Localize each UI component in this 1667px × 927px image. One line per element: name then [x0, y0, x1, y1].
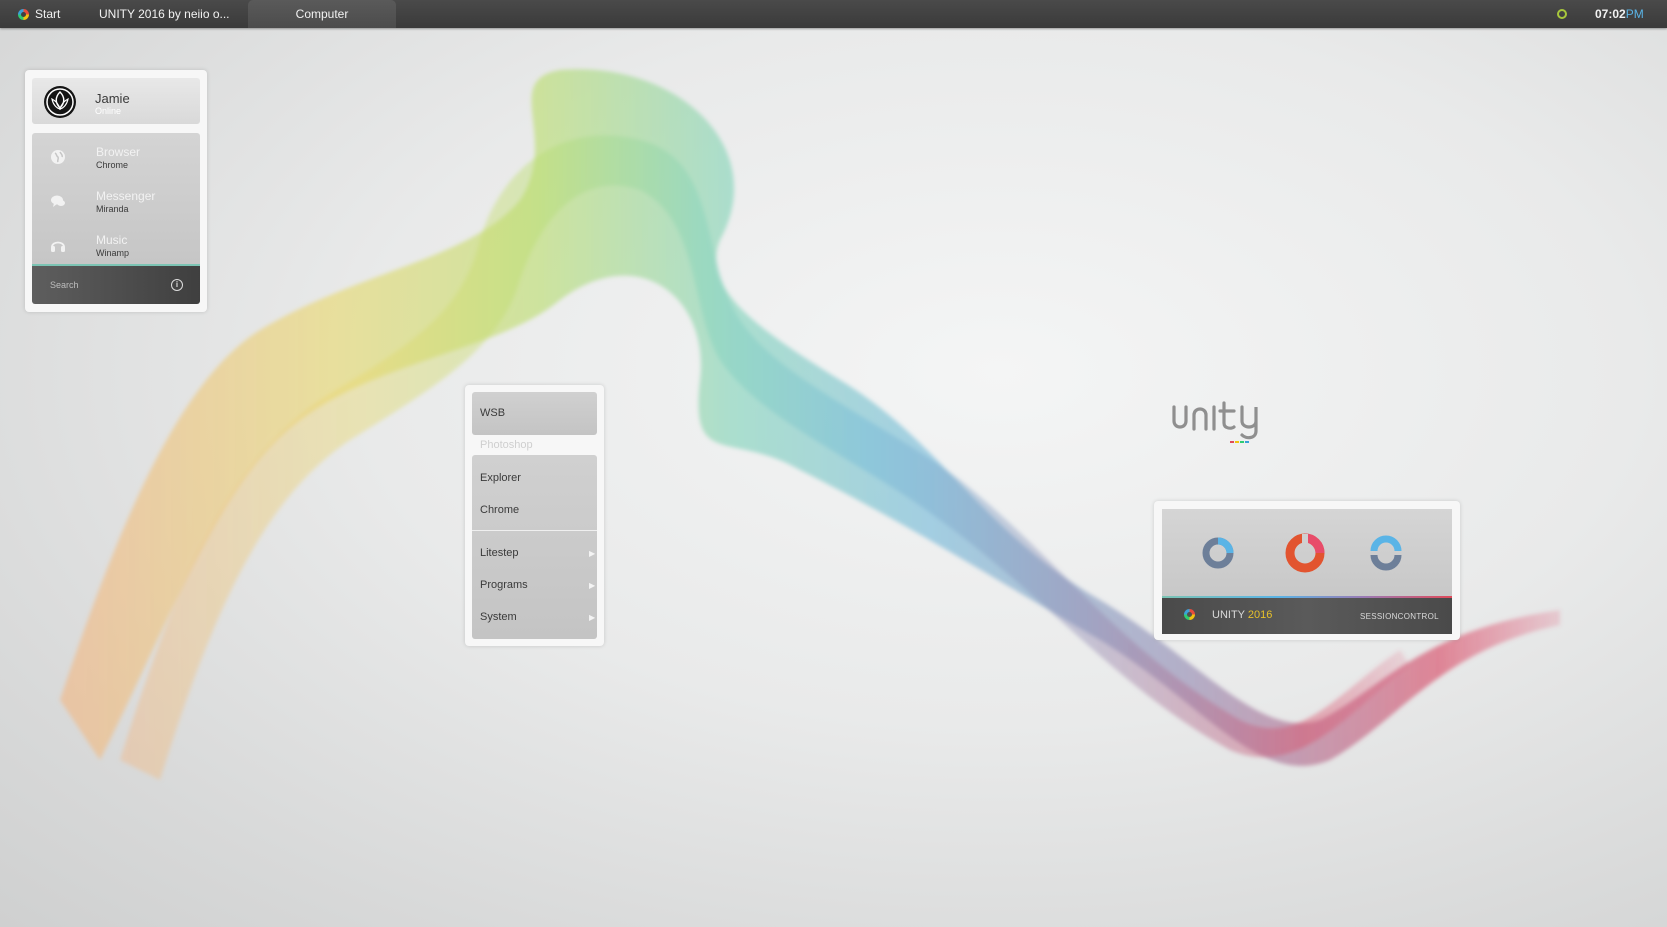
session-control-widget: UNITY 2016 SESSIONCONTROL	[1154, 501, 1460, 640]
start-label: Start	[35, 7, 61, 21]
brand-name: UNITY	[1212, 609, 1245, 621]
menu-item-photoshop[interactable]: Photoshop	[480, 439, 533, 451]
context-menu: WSB Photoshop Explorer Chrome Litestep ▶…	[465, 385, 604, 646]
brand-year: 2016	[1247, 609, 1273, 621]
session-buttons	[1162, 509, 1452, 596]
menu-divider	[472, 530, 597, 531]
tray-status-icon[interactable]	[1557, 9, 1567, 19]
user-widget: Jamie Online Browser Chrome Messenger Mi…	[25, 70, 207, 312]
menu-item-explorer[interactable]: Explorer	[480, 472, 521, 484]
wallpaper	[60, 69, 1560, 781]
session-brand: UNITY 2016	[1212, 609, 1272, 621]
app-label: Browser	[96, 145, 141, 159]
lotus-icon	[46, 88, 74, 116]
shutdown-icon[interactable]	[1284, 532, 1326, 574]
info-icon[interactable]: i	[171, 279, 183, 291]
clock-ampm: PM	[1625, 7, 1644, 21]
app-item-music[interactable]: Music Winamp	[32, 225, 200, 265]
app-label: Messenger	[96, 189, 156, 203]
taskbar: Start UNITY 2016 by neiio o... Computer …	[0, 0, 1667, 28]
menu-item-system[interactable]: System	[480, 611, 517, 623]
unity-logo-icon	[1184, 609, 1195, 620]
submenu-arrow-icon: ▶	[589, 581, 596, 590]
user-name: Jamie	[95, 91, 130, 106]
unity-wordmark-logo	[1172, 401, 1258, 443]
headphones-icon	[51, 241, 65, 252]
app-label: Music	[96, 233, 128, 247]
clock: 07:02PM	[1595, 0, 1644, 28]
app-sub-label: Winamp	[96, 248, 130, 258]
logoff-icon[interactable]	[1200, 535, 1236, 571]
submenu-arrow-icon: ▶	[589, 613, 596, 622]
submenu-arrow-icon: ▶	[589, 549, 596, 558]
avatar	[44, 86, 76, 118]
user-status: Online	[95, 106, 122, 116]
search-bar: i	[32, 266, 200, 304]
chat-icon	[51, 195, 65, 207]
session-bar: UNITY 2016 SESSIONCONTROL	[1162, 596, 1452, 634]
taskbar-item-computer[interactable]: Computer	[248, 0, 396, 28]
user-profile[interactable]: Jamie Online	[32, 78, 200, 124]
accent-stripe	[1162, 596, 1452, 598]
app-sub-label: Miranda	[96, 204, 129, 214]
unity-logo-icon	[18, 8, 29, 20]
globe-icon	[51, 150, 65, 164]
app-sub-label: Chrome	[96, 160, 129, 170]
restart-icon[interactable]	[1368, 535, 1404, 571]
menu-item-chrome[interactable]: Chrome	[480, 504, 519, 516]
menu-section-main: Explorer Chrome Litestep ▶ Programs ▶ Sy…	[472, 455, 597, 639]
menu-section-top: WSB	[472, 392, 597, 435]
menu-item-litestep[interactable]: Litestep	[480, 547, 519, 559]
app-list: Browser Chrome Messenger Miranda Music W…	[32, 133, 200, 266]
taskbar-item-window[interactable]: UNITY 2016 by neiio o...	[99, 0, 230, 28]
app-item-messenger[interactable]: Messenger Miranda	[32, 181, 200, 221]
menu-item-wsb[interactable]: WSB	[480, 407, 505, 419]
app-item-browser[interactable]: Browser Chrome	[32, 137, 200, 177]
search-input[interactable]	[50, 277, 160, 293]
start-button[interactable]: Start	[18, 0, 60, 28]
menu-item-programs[interactable]: Programs	[480, 579, 528, 591]
clock-time: 07:02	[1595, 7, 1626, 21]
session-control-label: SESSIONCONTROL	[1360, 612, 1439, 621]
